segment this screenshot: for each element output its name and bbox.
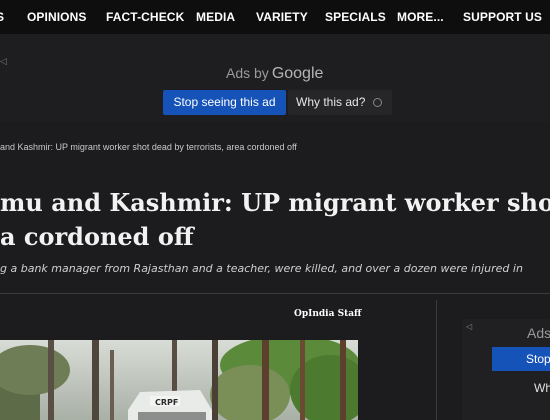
sidebar-ad: ◁ Ads Stop Wh — [462, 319, 550, 420]
sidebar-divider — [436, 300, 437, 420]
ad-banner: ◁ Ads by Google Stop seeing this ad Why t… — [0, 34, 550, 122]
author-name[interactable]: OpIndia Staff — [294, 309, 361, 319]
ads-by-google: Ads by Google — [226, 65, 323, 83]
crpf-vehicle-label: CRPF — [155, 398, 178, 407]
why-this-ad-button[interactable]: Why this ad? — [288, 90, 392, 115]
sidebar-stop-seeing-ad-button[interactable]: Stop — [492, 347, 550, 371]
photo-illustration: CRPF — [0, 340, 358, 420]
google-logo: Google — [271, 65, 324, 82]
article-headline: mu and Kashmir: UP migrant worker shot d… — [0, 186, 550, 254]
top-navigation: S OPINIONS FACT-CHECK MEDIA VARIETY SPEC… — [0, 0, 550, 34]
ad-corner-icon[interactable]: ◁ — [466, 322, 472, 331]
ad-corner-icon[interactable]: ◁ — [0, 56, 7, 67]
article-photo: CRPF — [0, 340, 358, 420]
nav-item-more[interactable]: MORE... — [397, 10, 444, 24]
nav-item-partial[interactable]: S — [0, 10, 4, 24]
nav-item-variety[interactable]: VARIETY — [256, 10, 308, 24]
headline-line-2: a cordoned off — [0, 222, 194, 251]
nav-item-fact-check[interactable]: FACT-CHECK — [106, 10, 184, 24]
info-icon — [373, 98, 382, 107]
nav-item-specials[interactable]: SPECIALS — [325, 10, 386, 24]
headline-line-1: mu and Kashmir: UP migrant worker shot d — [0, 188, 550, 217]
why-this-ad-label: Why this ad? — [296, 95, 366, 109]
nav-item-support-us[interactable]: SUPPORT US — [463, 10, 542, 24]
breadcrumb[interactable]: and Kashmir: UP migrant worker shot dead… — [0, 142, 297, 152]
divider — [0, 293, 550, 294]
nav-item-media[interactable]: MEDIA — [196, 10, 235, 24]
ads-by-label: Ads by — [226, 65, 269, 81]
sidebar-ads-label: Ads — [527, 325, 550, 341]
nav-item-opinions[interactable]: OPINIONS — [27, 10, 86, 24]
sidebar-why-this-ad-button[interactable]: Wh — [534, 381, 550, 395]
stop-seeing-ad-button[interactable]: Stop seeing this ad — [163, 90, 286, 115]
article-subheadline: g a bank manager from Rajasthan and a te… — [0, 262, 523, 275]
